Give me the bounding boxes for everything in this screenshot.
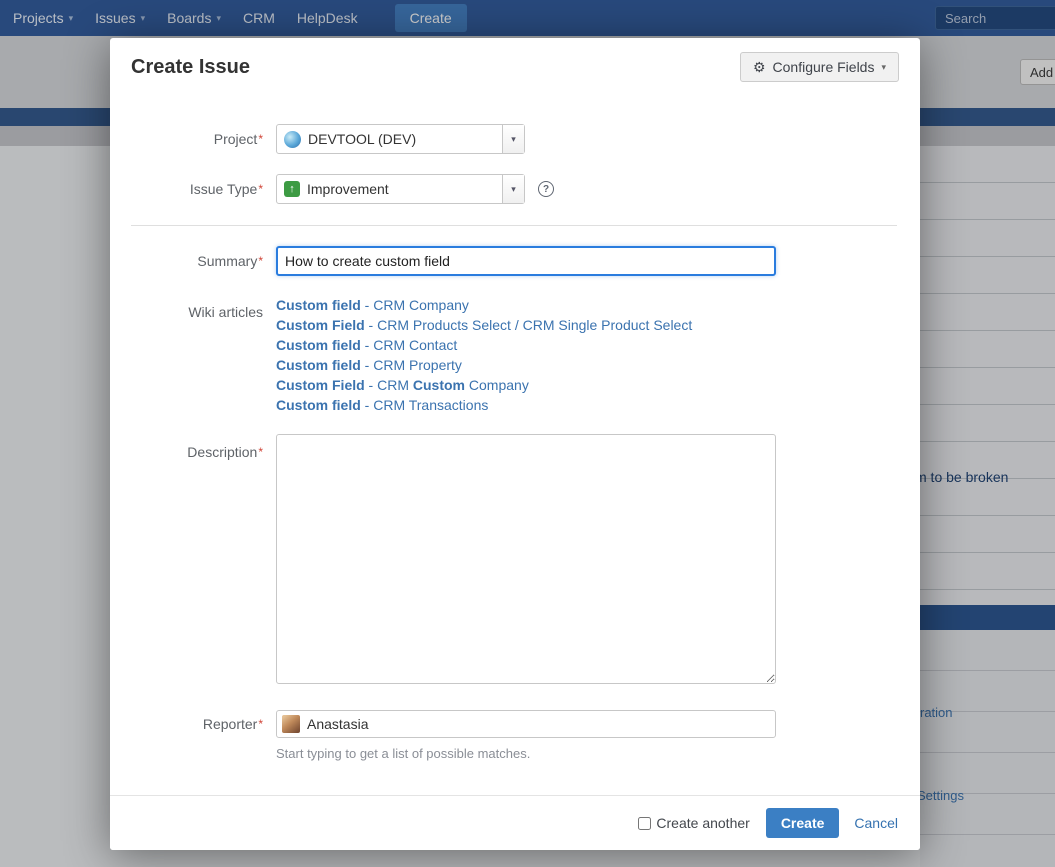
wiki-link[interactable]: Custom Field - CRM Products Select / CRM… — [276, 315, 816, 335]
wiki-link[interactable]: Custom field - CRM Contact — [276, 335, 816, 355]
create-another-checkbox[interactable] — [638, 817, 651, 830]
improvement-icon: ↑ — [284, 181, 300, 197]
configure-fields-button[interactable]: ⚙ Configure Fields ▾ — [740, 52, 899, 82]
create-issue-dialog: Create Issue ⚙ Configure Fields ▾ Projec… — [110, 38, 920, 850]
reporter-label: Reporter — [131, 710, 263, 738]
section-divider — [131, 225, 897, 226]
dialog-title: Create Issue — [131, 56, 250, 79]
project-label: Project — [131, 124, 263, 154]
reporter-avatar — [282, 715, 300, 733]
wiki-link[interactable]: Custom Field - CRM Custom Company — [276, 375, 816, 395]
issue-type-select[interactable]: ↑ Improvement ▾ — [276, 174, 525, 204]
required-asterisk — [258, 445, 263, 459]
reporter-value: Anastasia — [307, 716, 368, 732]
project-dropdown-button[interactable]: ▾ — [502, 125, 524, 153]
required-asterisk — [258, 132, 263, 146]
chevron-down-icon: ▾ — [881, 62, 886, 73]
required-asterisk — [258, 254, 263, 268]
required-asterisk — [258, 182, 263, 196]
gear-icon: ⚙ — [753, 59, 766, 76]
project-avatar-icon — [284, 131, 301, 148]
reporter-input[interactable]: Anastasia — [276, 710, 776, 738]
issue-type-dropdown-button[interactable]: ▾ — [502, 175, 524, 203]
dropdown-caret-icon: ▾ — [511, 184, 516, 195]
create-another-label: Create another — [656, 815, 749, 831]
project-select-value: DEVTOOL (DEV) — [277, 125, 502, 153]
dialog-header: Create Issue ⚙ Configure Fields ▾ — [110, 38, 920, 96]
wiki-link[interactable]: Custom field - CRM Property — [276, 355, 816, 375]
summary-input[interactable] — [276, 246, 776, 276]
issue-type-select-value: ↑ Improvement — [277, 175, 502, 203]
configure-fields-label: Configure Fields — [773, 59, 875, 75]
description-label: Description — [131, 442, 263, 462]
create-button[interactable]: Create — [766, 808, 840, 838]
reporter-hint: Start typing to get a list of possible m… — [276, 746, 530, 761]
wiki-articles-list: Custom field - CRM Company Custom Field … — [276, 295, 816, 415]
dropdown-caret-icon: ▾ — [511, 134, 516, 145]
wiki-link[interactable]: Custom field - CRM Transactions — [276, 395, 816, 415]
required-asterisk — [258, 717, 263, 731]
dialog-footer: Create another Create Cancel — [110, 795, 920, 850]
description-textarea[interactable] — [276, 434, 776, 684]
help-icon[interactable]: ? — [538, 181, 554, 197]
summary-label: Summary — [131, 246, 263, 276]
wiki-articles-label: Wiki articles — [131, 302, 263, 322]
jira-page: Add g m to be broken ration Settings Pro… — [0, 0, 1055, 867]
cancel-link[interactable]: Cancel — [854, 815, 898, 831]
wiki-link[interactable]: Custom field - CRM Company — [276, 295, 816, 315]
issue-type-label: Issue Type — [131, 174, 263, 204]
project-select[interactable]: DEVTOOL (DEV) ▾ — [276, 124, 525, 154]
